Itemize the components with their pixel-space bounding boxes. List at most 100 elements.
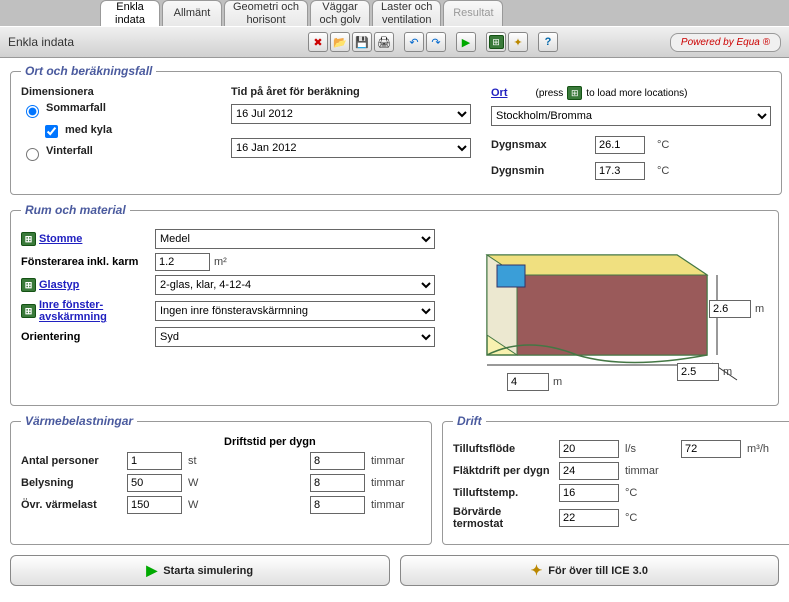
belysning-input[interactable] — [127, 474, 182, 492]
print-button[interactable]: 🖨 — [374, 32, 394, 52]
transfer-button[interactable]: ✦ — [508, 32, 528, 52]
timmar-unit: timmar — [371, 477, 421, 489]
ovr-input[interactable] — [127, 496, 182, 514]
db-button[interactable]: ⊞ — [486, 32, 506, 52]
med-kyla-checkbox[interactable] — [45, 125, 58, 138]
date2-select[interactable]: 16 Jan 2012 — [231, 138, 471, 158]
rum-legend: Rum och material — [21, 203, 130, 217]
bor-input[interactable] — [559, 509, 619, 527]
page-title: Enkla indata — [8, 35, 308, 49]
help-button[interactable]: ? — [538, 32, 558, 52]
press-hint1: (press — [536, 88, 564, 99]
open-button[interactable]: 📂 — [330, 32, 350, 52]
drift-fieldset: Drift Tilluftsflöde l/s m³/h Fläktdrift … — [442, 414, 789, 545]
driftstid-label: Driftstid per dygn — [224, 436, 354, 448]
dimensionera-label: Dimensionera — [21, 86, 221, 98]
powered-by-badge: Powered by Equa ® — [670, 33, 781, 52]
ort-legend: Ort och beräkningsfall — [21, 64, 156, 78]
temp-label: Tilluftstemp. — [453, 487, 553, 499]
antal-input[interactable] — [127, 452, 182, 470]
run-button[interactable]: ▶ — [456, 32, 476, 52]
timmar-unit: timmar — [371, 455, 421, 467]
tilluft-ls-input[interactable] — [559, 440, 619, 458]
toolbar: ✖ 📂 💾 🖨 ↶ ↷ ▶ ⊞ ✦ ? — [308, 32, 558, 52]
transfer-icon: ✦ — [531, 562, 543, 579]
play-icon: ▶ — [146, 562, 157, 579]
tilluft-m3h-input[interactable] — [681, 440, 741, 458]
drift-legend: Drift — [453, 414, 486, 428]
flakt-input[interactable] — [559, 462, 619, 480]
undo-button[interactable]: ↶ — [404, 32, 424, 52]
belysning-time-input[interactable] — [310, 474, 365, 492]
m3h-unit: m³/h — [747, 443, 787, 455]
stomme-select[interactable]: Medel — [155, 229, 435, 249]
st-unit: st — [188, 455, 218, 467]
dygnsmax-input[interactable] — [595, 136, 645, 154]
transfer-ice-button[interactable]: ✦ För över till ICE 3.0 — [400, 555, 780, 586]
m-unit: m — [723, 366, 732, 378]
location-select[interactable]: Stockholm/Bromma — [491, 106, 771, 126]
vinterfall-radio[interactable] — [26, 148, 39, 161]
tid-label: Tid på året för beräkning — [231, 86, 481, 98]
redo-button[interactable]: ↷ — [426, 32, 446, 52]
tab-enkla[interactable]: Enkla indata — [100, 0, 160, 26]
sommarfall-label: Sommarfall — [46, 102, 106, 114]
m2-unit: m² — [214, 256, 227, 268]
date1-select[interactable]: 16 Jul 2012 — [231, 104, 471, 124]
fonsterarea-label: Fönsterarea inkl. karm — [21, 256, 138, 268]
timmar-unit: timmar — [625, 465, 675, 477]
belysning-label: Belysning — [21, 477, 121, 489]
tab-resultat: Resultat — [443, 0, 503, 26]
w-unit: W — [188, 499, 218, 511]
m-unit: m — [755, 303, 764, 315]
ovr-label: Övr. värmelast — [21, 499, 121, 511]
database-icon: ⊞ — [21, 304, 36, 318]
room-width-input[interactable] — [677, 363, 719, 381]
tab-vaggar[interactable]: Väggar och golv — [310, 0, 370, 26]
stomme-link[interactable]: Stomme — [39, 233, 82, 245]
antal-time-input[interactable] — [310, 452, 365, 470]
sommarfall-radio[interactable] — [26, 105, 39, 118]
tab-laster[interactable]: Laster och ventilation — [372, 0, 441, 26]
c-unit: °C — [625, 512, 675, 524]
database-icon: ⊞ — [489, 35, 504, 49]
dygnsmin-input[interactable] — [595, 162, 645, 180]
header-bar: Enkla indata ✖ 📂 💾 🖨 ↶ ↷ ▶ ⊞ ✦ ? Powered… — [0, 26, 789, 58]
database-icon: ⊞ — [21, 278, 36, 292]
database-icon: ⊞ — [21, 232, 36, 246]
timmar-unit: timmar — [371, 499, 421, 511]
delete-button[interactable]: ✖ — [308, 32, 328, 52]
orientering-select[interactable]: Syd — [155, 327, 435, 347]
med-kyla-label: med kyla — [65, 124, 112, 136]
ls-unit: l/s — [625, 443, 675, 455]
temp-input[interactable] — [559, 484, 619, 502]
ort-link[interactable]: Ort — [491, 87, 508, 99]
ort-fieldset: Ort och beräkningsfall Dimensionera Somm… — [10, 64, 782, 195]
m-unit: m — [553, 376, 562, 388]
celsius-unit: °C — [657, 165, 669, 177]
dygnsmin-label: Dygnsmin — [491, 165, 591, 177]
tab-allmant[interactable]: Allmänt — [162, 0, 222, 26]
rum-fieldset: Rum och material ⊞Stomme Medel Fönsterar… — [10, 203, 779, 406]
tab-geometri[interactable]: Geometri och horisont — [224, 0, 308, 26]
glastyp-select[interactable]: 2-glas, klar, 4-12-4 — [155, 275, 435, 295]
room-height-input[interactable] — [709, 300, 751, 318]
celsius-unit: °C — [657, 139, 669, 151]
transfer-ice-label: För över till ICE 3.0 — [548, 565, 648, 577]
fonsterarea-input[interactable] — [155, 253, 210, 271]
heat-legend: Värmebelastningar — [21, 414, 137, 428]
tilluft-label: Tilluftsflöde — [453, 443, 553, 455]
antal-label: Antal personer — [21, 455, 121, 467]
ovr-time-input[interactable] — [310, 496, 365, 514]
inre-link[interactable]: Inre fönster- avskärmning — [39, 299, 107, 323]
orientering-label: Orientering — [21, 331, 80, 343]
glastyp-link[interactable]: Glastyp — [39, 279, 79, 291]
room-length-input[interactable] — [507, 373, 549, 391]
room-3d-view: m m m — [447, 225, 767, 395]
start-simulation-button[interactable]: ▶ Starta simulering — [10, 555, 390, 586]
flakt-label: Fläktdrift per dygn — [453, 465, 553, 477]
c-unit: °C — [625, 487, 675, 499]
dygnsmax-label: Dygnsmax — [491, 139, 591, 151]
inre-select[interactable]: Ingen inre fönsteravskärmning — [155, 301, 435, 321]
save-button[interactable]: 💾 — [352, 32, 372, 52]
